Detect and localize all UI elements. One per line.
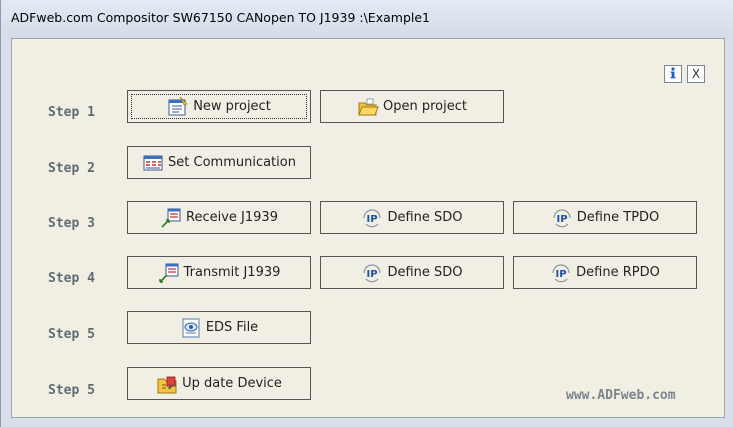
app-window: ADFweb.com Compositor SW67150 CANopen TO…: [0, 0, 733, 427]
window-title: ADFweb.com Compositor SW67150 CANopen TO…: [11, 10, 430, 25]
define-sdo-step4-label: Define SDO: [387, 265, 463, 280]
receive-j1939-label: Receive J1939: [186, 210, 278, 225]
transmit-j1939-label: Transmit J1939: [183, 265, 281, 280]
communication-icon: [142, 152, 164, 174]
receive-j1939-button[interactable]: Receive J1939: [127, 201, 311, 234]
transmit-j1939-button[interactable]: Transmit J1939: [127, 256, 311, 289]
new-project-button[interactable]: New project: [127, 90, 311, 123]
step-5-label: Step 5: [48, 327, 95, 342]
svg-text:IP: IP: [367, 269, 378, 280]
step-3-label: Step 3: [48, 216, 95, 231]
new-project-icon: [167, 96, 189, 118]
eds-file-label: EDS File: [205, 320, 259, 335]
ip-icon: IP: [361, 207, 383, 229]
eds-file-icon: [180, 317, 202, 339]
define-rpdo-button[interactable]: IP Define RPDO: [513, 256, 697, 289]
info-icon: [666, 65, 680, 84]
eds-file-button[interactable]: EDS File: [127, 311, 311, 344]
define-rpdo-label: Define RPDO: [576, 265, 660, 280]
info-button[interactable]: [664, 65, 682, 83]
define-sdo-step3-button[interactable]: IP Define SDO: [320, 201, 504, 234]
main-panel: X Step 1 Step 2 Step 3 Step 4 Step 5 Ste…: [11, 38, 725, 418]
update-device-button[interactable]: Up date Device: [127, 367, 311, 400]
ip-icon: IP: [361, 262, 383, 284]
close-button[interactable]: X: [687, 65, 705, 83]
step-5b-label: Step 5: [48, 383, 95, 398]
svg-text:IP: IP: [367, 214, 378, 225]
step-1-label: Step 1: [48, 105, 95, 120]
ip-icon: IP: [551, 207, 573, 229]
title-bar: ADFweb.com Compositor SW67150 CANopen TO…: [1, 0, 733, 38]
website-link[interactable]: www.ADFweb.com: [566, 388, 676, 403]
step-2-label: Step 2: [48, 161, 95, 176]
set-communication-button[interactable]: Set Communication: [127, 146, 311, 179]
svg-text:IP: IP: [556, 269, 567, 280]
transmit-icon: [158, 262, 180, 284]
new-project-label: New project: [193, 99, 271, 114]
define-tpdo-button[interactable]: IP Define TPDO: [513, 201, 697, 234]
define-sdo-step3-label: Define SDO: [387, 210, 463, 225]
open-project-button[interactable]: Open project: [320, 90, 504, 123]
define-tpdo-label: Define TPDO: [576, 210, 660, 225]
svg-text:IP: IP: [556, 214, 567, 225]
receive-icon: [160, 207, 182, 229]
update-device-icon: [156, 373, 178, 395]
open-project-label: Open project: [383, 99, 467, 114]
define-sdo-step4-button[interactable]: IP Define SDO: [320, 256, 504, 289]
ip-icon: IP: [550, 262, 572, 284]
update-device-label: Up date Device: [182, 376, 282, 391]
folder-open-icon: [357, 96, 379, 118]
close-label: X: [691, 67, 701, 81]
step-4-label: Step 4: [48, 271, 95, 286]
set-communication-label: Set Communication: [168, 155, 296, 170]
